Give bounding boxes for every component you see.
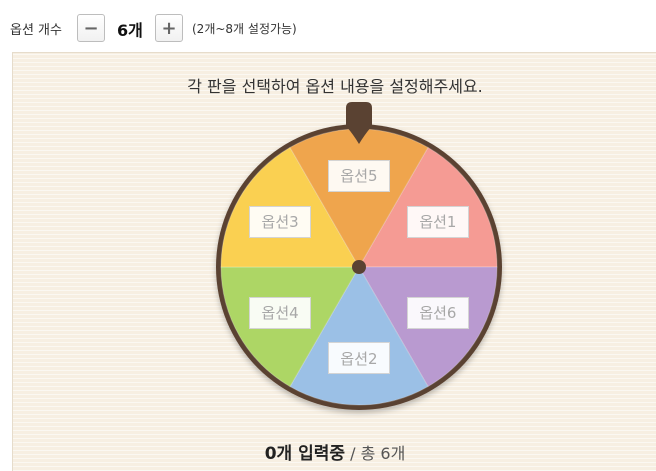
total-count: / 총 6개 <box>345 444 406 463</box>
count-number: 6 <box>117 21 129 40</box>
option-label[interactable]: 옵션3 <box>249 205 312 238</box>
option-count-value: 6개 <box>117 17 143 41</box>
count-unit: 개 <box>128 21 143 40</box>
wheel-hub <box>352 260 366 274</box>
increase-count-button[interactable]: + <box>155 14 183 42</box>
option-label[interactable]: 옵션2 <box>328 342 390 375</box>
decrease-count-button[interactable]: − <box>77 14 105 42</box>
option-label[interactable]: 옵션1 <box>406 205 469 238</box>
option-label[interactable]: 옵션4 <box>249 296 312 329</box>
roulette-board: 각 판을 선택하여 옵션 내용을 설정해주세요. 옵션1 옵션6 옵션2 옵션4 옵션3… <box>12 52 656 471</box>
range-hint: (2개~8개 설정가능) <box>192 22 297 36</box>
option-label[interactable]: 옵션6 <box>406 296 469 329</box>
option-toolbar: 옵션 개수 − 6개 + (2개~8개 설정가능) <box>0 0 656 52</box>
input-status: 0개 입력중 / 총 6개 <box>13 439 656 464</box>
entered-count: 0개 입력중 <box>264 444 346 464</box>
roulette-wheel <box>216 102 502 410</box>
option-label[interactable]: 옵션5 <box>328 159 390 192</box>
plus-icon: + <box>161 17 177 39</box>
option-count-label: 옵션 개수 <box>10 23 62 38</box>
minus-icon: − <box>83 17 99 39</box>
